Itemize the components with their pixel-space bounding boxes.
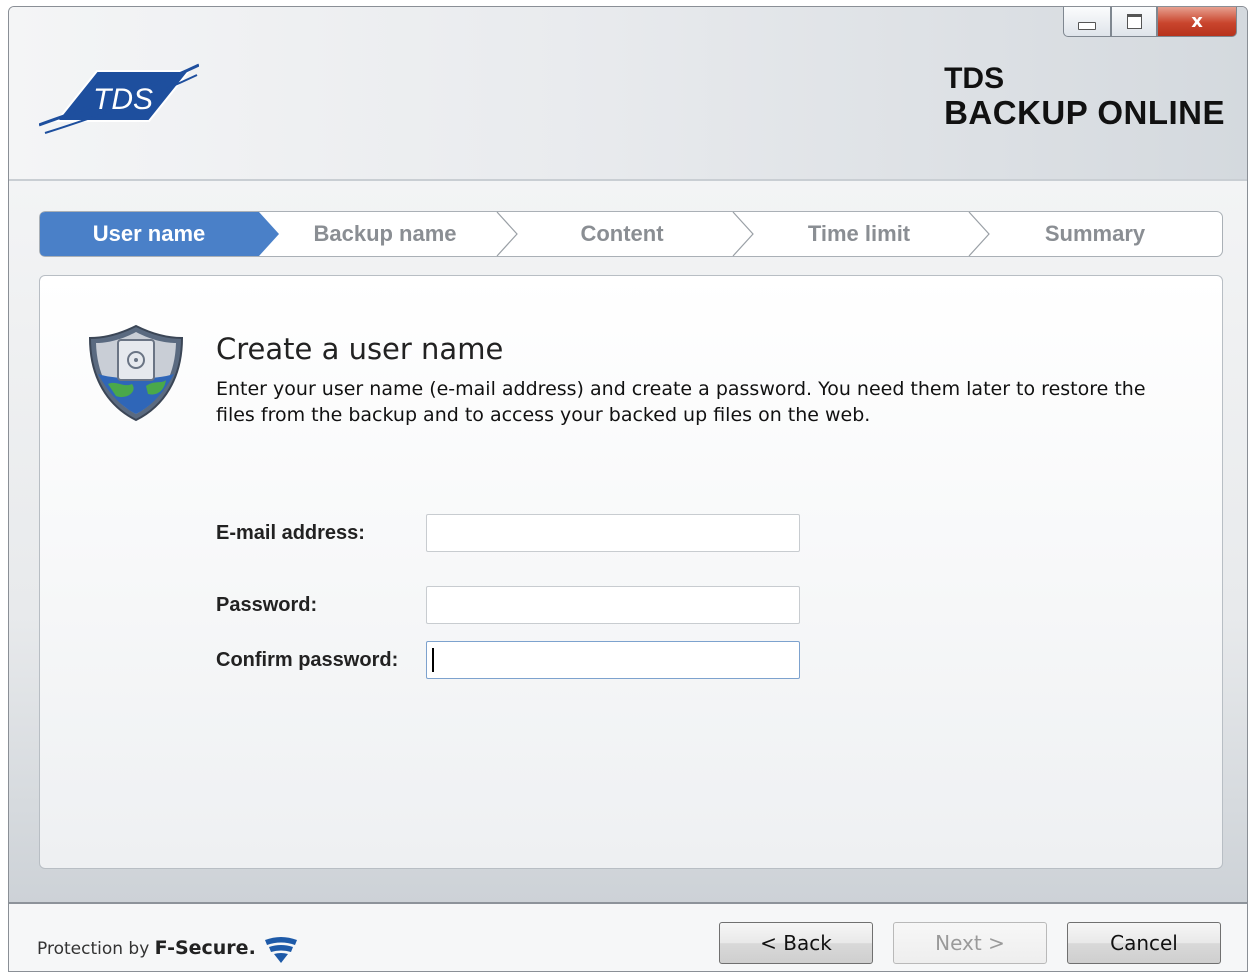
next-button[interactable]: Next > [893, 922, 1047, 964]
step-backup-name: Backup name [313, 221, 456, 246]
confirm-password-field[interactable] [426, 641, 800, 679]
brand-title: TDS BACKUP ONLINE [944, 63, 1225, 131]
maximize-icon [1126, 14, 1142, 29]
email-field[interactable] [426, 514, 800, 552]
f-secure-logo-icon [265, 937, 298, 963]
tds-logo: TDS [39, 63, 199, 134]
cancel-button[interactable]: Cancel [1067, 922, 1221, 964]
step-time-limit: Time limit [808, 221, 911, 246]
safe-shield-icon [88, 324, 184, 422]
close-button[interactable]: x [1157, 7, 1237, 37]
wizard-body: User name Backup name Content Time limit… [9, 181, 1247, 902]
password-label: Password: [216, 594, 318, 616]
text-caret [432, 648, 434, 672]
step-content: Content [580, 221, 664, 246]
close-icon: x [1191, 11, 1203, 32]
header: TDS TDS BACKUP ONLINE x [9, 7, 1247, 181]
minimize-button[interactable] [1063, 7, 1111, 37]
content-panel: Create a user name Enter your user name … [39, 275, 1223, 869]
page-title: Create a user name [216, 332, 504, 366]
email-label: E-mail address: [216, 522, 365, 544]
f-secure-brand: F-Secure. [154, 937, 256, 959]
app-window: TDS TDS BACKUP ONLINE x User name Backup… [8, 6, 1248, 972]
back-button[interactable]: < Back [719, 922, 873, 964]
brand-line-2: BACKUP ONLINE [944, 94, 1225, 131]
maximize-button[interactable] [1111, 7, 1157, 37]
footer: Protection by F-Secure. < Back Next > Ca… [9, 902, 1247, 971]
step-user-name: User name [93, 221, 206, 246]
brand-line-1: TDS [944, 62, 1005, 95]
step-summary: Summary [1045, 221, 1146, 246]
protection-prefix: Protection by [37, 939, 150, 959]
password-field[interactable] [426, 586, 800, 624]
minimize-icon [1078, 21, 1096, 30]
step-progress-bar: User name Backup name Content Time limit… [39, 211, 1223, 257]
window-controls: x [1063, 7, 1237, 37]
protection-credit: Protection by F-Secure. [37, 934, 299, 964]
page-description: Enter your user name (e-mail address) an… [216, 378, 1146, 426]
confirm-password-label: Confirm password: [216, 649, 399, 671]
tds-logo-text: TDS [93, 83, 153, 116]
